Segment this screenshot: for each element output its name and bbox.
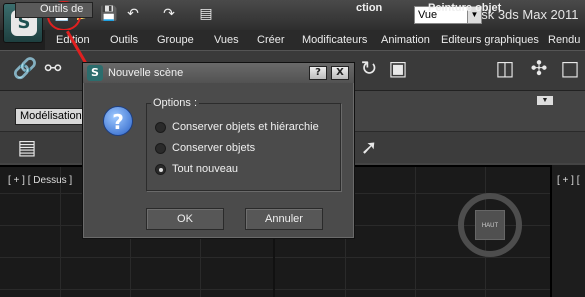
select-region-icon[interactable]: ▣: [385, 55, 411, 81]
menu-rendu[interactable]: Rendu: [548, 34, 580, 46]
menu-outils[interactable]: Outils: [110, 34, 138, 46]
menu-editeurs-graphiques[interactable]: Editeurs graphiques: [441, 34, 539, 46]
project-folder-icon[interactable]: ▤: [197, 6, 215, 22]
move-gizmo-icon[interactable]: ✣: [526, 55, 552, 81]
menu-vues[interactable]: Vues: [214, 34, 239, 46]
radio-button[interactable]: [155, 122, 166, 133]
menu-groupe[interactable]: Groupe: [157, 34, 194, 46]
rotate-icon[interactable]: ↻: [356, 55, 382, 81]
radio-button[interactable]: [155, 143, 166, 154]
radio-button-checked[interactable]: [155, 164, 166, 175]
snap-icon[interactable]: □: [557, 55, 583, 81]
options-label: Options :: [151, 97, 200, 109]
viewport-right-label[interactable]: [ + ] [: [557, 175, 580, 186]
save-icon[interactable]: 💾: [100, 6, 118, 22]
unlink-icon[interactable]: ⚯: [40, 55, 66, 81]
redo-icon[interactable]: ↷: [160, 6, 178, 22]
option-label: Tout nouveau: [172, 163, 239, 175]
cancel-button[interactable]: Annuler: [245, 208, 323, 230]
graphite-tool-icon[interactable]: ▤: [14, 134, 40, 160]
app-logo-icon: S: [87, 65, 103, 81]
question-icon: ?: [103, 106, 133, 136]
undo-icon[interactable]: ↶: [124, 6, 142, 22]
ok-button[interactable]: OK: [146, 208, 224, 230]
link-icon[interactable]: 🔗: [12, 55, 38, 81]
dialog-title: Nouvelle scène: [108, 67, 184, 79]
menu-modificateurs[interactable]: Modificateurs: [302, 34, 367, 46]
pivot-center-icon[interactable]: ◫: [492, 55, 518, 81]
close-button[interactable]: X: [331, 66, 349, 80]
help-button[interactable]: ?: [309, 66, 327, 80]
menu-creer[interactable]: Créer: [257, 34, 285, 46]
viewcube-face[interactable]: HAUT: [475, 210, 505, 240]
tab-modelisation[interactable]: Modélisation: [15, 108, 87, 125]
tab-selection[interactable]: ction: [356, 2, 382, 18]
viewport-label[interactable]: [ + ] [ Dessus ]: [8, 175, 72, 186]
option-label: Conserver objets et hiérarchie: [172, 121, 319, 133]
tab-outils[interactable]: Outils de: [15, 2, 93, 18]
ribbon-options-icon[interactable]: ▼: [537, 96, 553, 105]
tab-peinture-objet[interactable]: Peinture objet: [428, 2, 501, 18]
option-label: Conserver objets: [172, 142, 256, 154]
menu-animation[interactable]: Animation: [381, 34, 430, 46]
new-scene-dialog: S Nouvelle scène ? X ? Options : Conserv…: [82, 62, 355, 239]
select-tool-icon[interactable]: ➚: [356, 134, 382, 160]
